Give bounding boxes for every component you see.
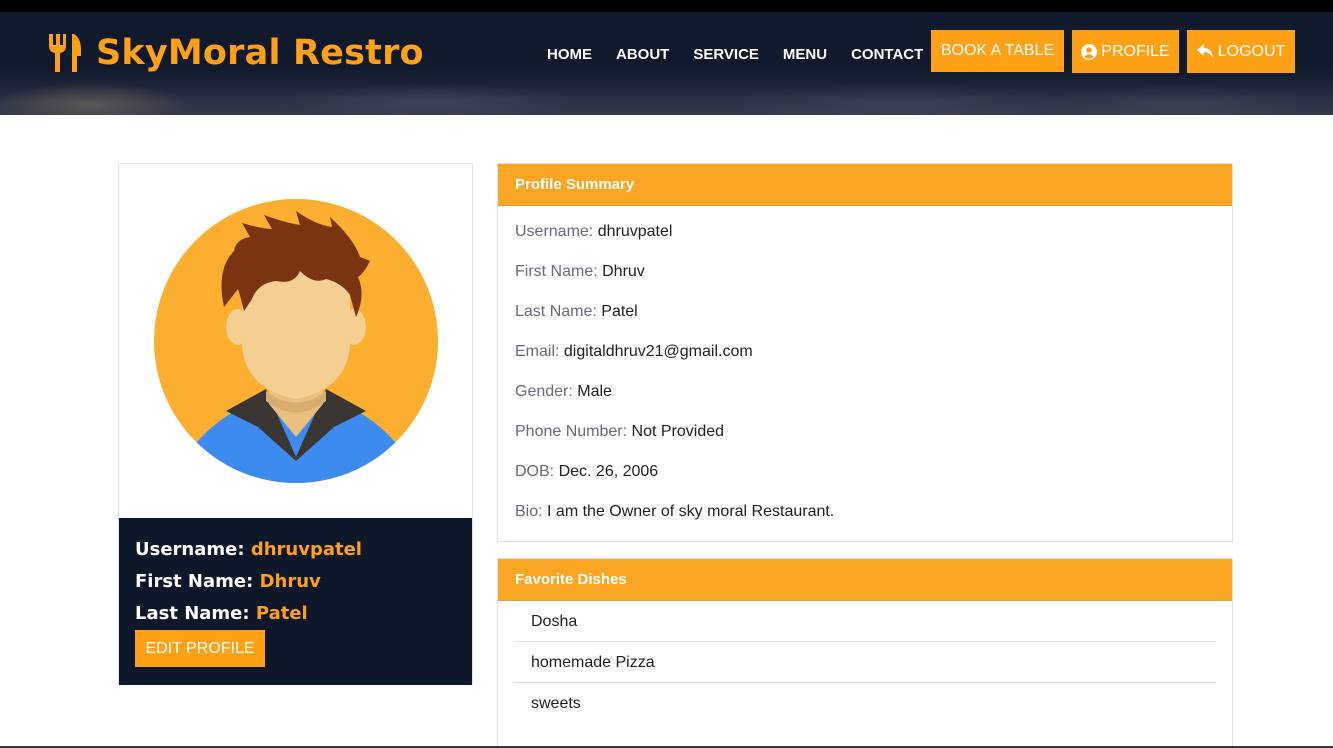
summary-row-gender: Gender: Male (515, 382, 1232, 402)
logout-label: LOGOUT (1217, 42, 1286, 60)
nav-home[interactable]: HOME (547, 46, 592, 64)
card-first-name-key: First Name: (135, 571, 254, 592)
summary-key: DOB: (515, 463, 555, 480)
summary-value: digitaldhruv21@gmail.com (563, 343, 753, 360)
list-item: Dosha (514, 601, 1216, 642)
avatar (154, 199, 438, 483)
main-nav: HOME ABOUT SERVICE MENU CONTACT (547, 46, 947, 64)
summary-value: Patel (601, 303, 638, 320)
profile-summary-body: Username: dhruvpatel First Name: Dhruv L… (498, 206, 1232, 522)
nav-service[interactable]: SERVICE (693, 46, 759, 64)
summary-key: Phone Number: (515, 423, 628, 440)
logout-button[interactable]: LOGOUT (1187, 30, 1295, 73)
summary-key: Username: (515, 223, 594, 240)
summary-row-email: Email: digitaldhruv21@gmail.com (515, 342, 1232, 362)
summary-key: Bio: (515, 503, 543, 520)
favorite-dishes-panel: Favorite Dishes Dosha homemade Pizza swe… (497, 558, 1233, 748)
favorite-dishes-list: Dosha homemade Pizza sweets (498, 601, 1232, 724)
nav-contact[interactable]: CONTACT (851, 46, 923, 64)
card-last-name: Last Name: Patel (135, 598, 456, 630)
profile-card-info: Username: dhruvpatel First Name: Dhruv L… (119, 518, 472, 685)
reply-arrow-icon (1196, 44, 1213, 58)
list-item: homemade Pizza (514, 642, 1216, 683)
summary-value: Dhruv (602, 263, 645, 280)
summary-value: Male (577, 383, 612, 400)
summary-row-username: Username: dhruvpatel (515, 222, 1232, 242)
brand-name: SkyMoral Restro (96, 33, 424, 73)
summary-value: dhruvpatel (597, 223, 673, 240)
brand-logo[interactable]: SkyMoral Restro (46, 32, 424, 74)
summary-key: Last Name: (515, 303, 597, 320)
summary-row-last-name: Last Name: Patel (515, 302, 1232, 322)
summary-row-phone: Phone Number: Not Provided (515, 422, 1232, 442)
card-username-key: Username: (135, 539, 245, 560)
user-circle-icon (1081, 43, 1098, 60)
profile-card: Username: dhruvpatel First Name: Dhruv L… (118, 163, 473, 685)
list-item: sweets (531, 695, 581, 712)
nav-about[interactable]: ABOUT (616, 46, 669, 64)
summary-key: First Name: (515, 263, 598, 280)
nav-menu[interactable]: MENU (783, 46, 827, 64)
summary-row-bio: Bio: I am the Owner of sky moral Restaur… (515, 502, 1232, 522)
card-last-name-value: Patel (255, 603, 308, 624)
edit-profile-button[interactable]: EDIT PROFILE (135, 630, 265, 667)
summary-row-dob: DOB: Dec. 26, 2006 (515, 462, 1232, 482)
top-strip (0, 0, 1333, 12)
card-first-name: First Name: Dhruv (135, 566, 456, 598)
profile-label: PROFILE (1101, 42, 1170, 60)
card-username: Username: dhruvpatel (135, 534, 456, 566)
summary-key: Gender: (515, 383, 573, 400)
summary-value: I am the Owner of sky moral Restaurant. (547, 503, 835, 520)
fork-knife-icon (49, 34, 81, 72)
profile-button[interactable]: PROFILE (1072, 30, 1179, 73)
summary-value: Dec. 26, 2006 (558, 463, 659, 480)
profile-summary-title: Profile Summary (498, 164, 1232, 206)
card-last-name-key: Last Name: (135, 603, 250, 624)
summary-key: Email: (515, 343, 560, 360)
summary-value: Not Provided (631, 423, 725, 440)
summary-row-first-name: First Name: Dhruv (515, 262, 1232, 282)
favorite-dishes-title: Favorite Dishes (498, 559, 1232, 601)
header-background (0, 74, 1333, 115)
card-first-name-value: Dhruv (259, 571, 321, 592)
card-username-value: dhruvpatel (250, 539, 362, 560)
header: SkyMoral Restro HOME ABOUT SERVICE MENU … (0, 12, 1333, 115)
book-table-button[interactable]: BOOK A TABLE (931, 30, 1064, 72)
profile-summary-panel: Profile Summary Username: dhruvpatel Fir… (497, 163, 1233, 542)
